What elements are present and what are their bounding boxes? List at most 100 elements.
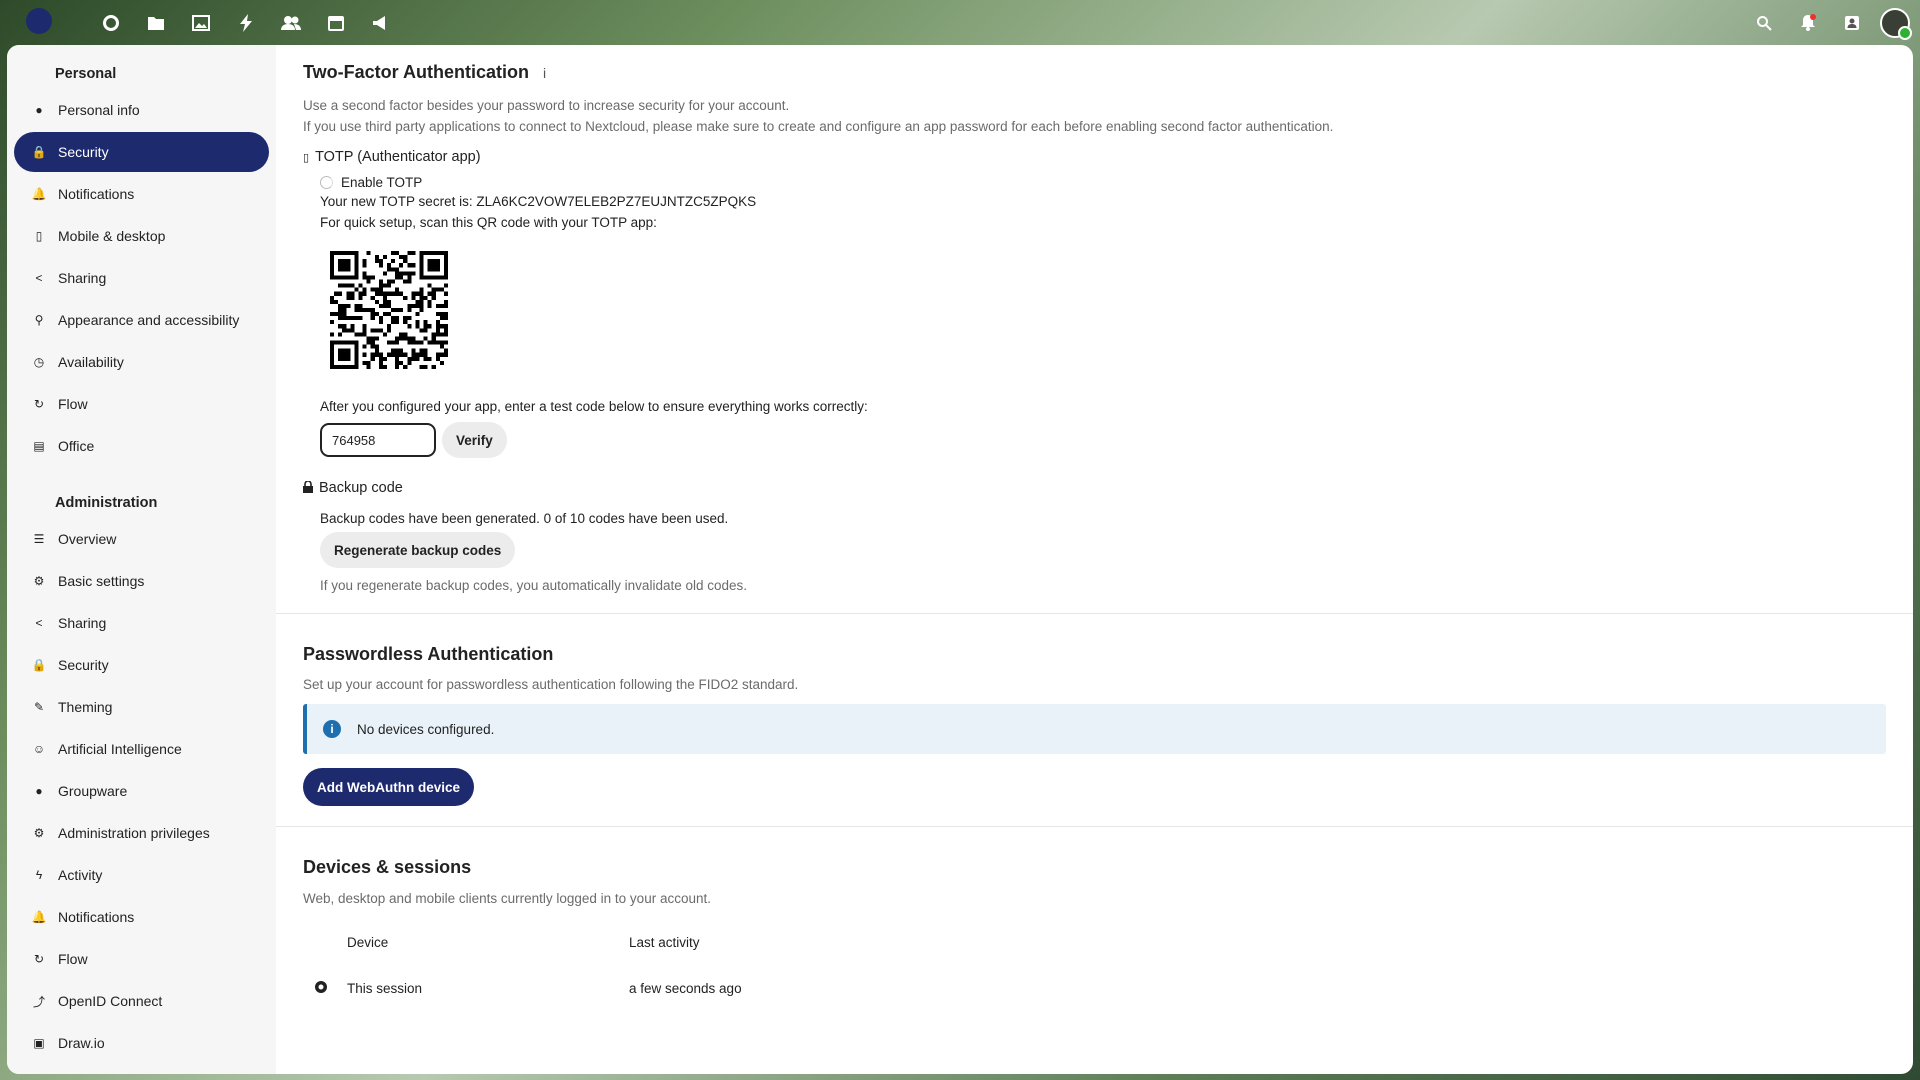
totp-secret: Your new TOTP secret is: ZLA6KC2VOW7ELEB… xyxy=(320,194,757,209)
sidebar-item-label: Administration privileges xyxy=(58,825,210,841)
loading-spinner-icon xyxy=(320,176,333,189)
two-factor-section: Two-Factor Authentication i Use a second… xyxy=(276,45,1913,614)
list-icon: ☰ xyxy=(33,532,45,546)
photos-icon[interactable] xyxy=(178,0,223,45)
no-devices-text: No devices configured. xyxy=(357,721,495,737)
nextcloud-logo[interactable] xyxy=(26,8,52,34)
sidebar-item-label: Security xyxy=(58,657,109,673)
document-icon: ▤ xyxy=(33,439,45,453)
sidebar-item-openid-connect[interactable]: ⤴ OpenID Connect xyxy=(14,981,269,1021)
lock-icon: 🔒 xyxy=(31,145,47,159)
online-status-badge xyxy=(1898,25,1912,40)
share-icon: < xyxy=(35,616,43,630)
devices-sessions-description: Web, desktop and mobile clients currentl… xyxy=(303,891,711,906)
sidebar-item-label: Draw.io xyxy=(58,1035,105,1051)
sidebar-item-label: Theming xyxy=(58,699,113,715)
sidebar-item-draw-io[interactable]: ▣ Draw.io xyxy=(14,1023,269,1063)
openid-icon: ⤴ xyxy=(32,994,45,1009)
lock-icon xyxy=(303,479,313,496)
sidebar-caption-administration: Administration xyxy=(55,495,158,511)
dashboard-icon[interactable] xyxy=(88,0,133,45)
sidebar-item-office[interactable]: ▤ Office xyxy=(14,426,269,466)
lock-icon: 🔒 xyxy=(31,658,47,672)
verify-button[interactable]: Verify xyxy=(442,422,507,458)
activity-icon[interactable] xyxy=(223,0,268,45)
devices-sessions-section: Devices & sessions Web, desktop and mobi… xyxy=(303,827,1886,997)
sidebar-item-notifications[interactable]: 🔔 Notifications xyxy=(14,174,269,214)
sidebar-item-flow[interactable]: ↻ Flow xyxy=(14,939,269,979)
sidebar-item-notifications[interactable]: 🔔 Notifications xyxy=(14,897,269,937)
sidebar-item-label: Sharing xyxy=(58,270,107,286)
top-bar xyxy=(0,0,1920,45)
passwordless-description: Set up your account for passwordless aut… xyxy=(303,677,799,692)
info-circle-icon: i xyxy=(323,720,341,738)
table-row: This session a few seconds ago xyxy=(303,980,1886,997)
sidebar-item-label: Mobile & desktop xyxy=(58,228,166,244)
sidebar-item-security[interactable]: 🔒 Security xyxy=(14,132,269,172)
sidebar-item-mobile-desktop[interactable]: ▯ Mobile & desktop xyxy=(14,216,269,256)
enable-totp-toggle[interactable]: Enable TOTP xyxy=(320,175,1886,190)
sidebar-item-flow[interactable]: ↻ Flow xyxy=(14,384,269,424)
devices-sessions-title: Devices & sessions xyxy=(303,857,472,877)
accessibility-icon: ⚲ xyxy=(34,313,44,327)
search-icon[interactable] xyxy=(1742,0,1786,45)
sidebar-item-personal-info[interactable]: ● Personal info xyxy=(14,90,269,130)
settings-content: Two-Factor Authentication i Use a second… xyxy=(276,45,1913,1074)
sidebar-item-theming[interactable]: ✎ Theming xyxy=(14,687,269,727)
sidebar-item-sharing[interactable]: < Sharing xyxy=(14,258,269,298)
notifications-icon[interactable] xyxy=(1786,0,1830,45)
sidebar-item-label: Sharing xyxy=(58,615,107,631)
gear-icon: ⚙ xyxy=(33,574,45,588)
sidebar-item-artificial-intelligence[interactable]: ☺ Artificial Intelligence xyxy=(14,729,269,769)
bell-icon: 🔔 xyxy=(31,187,47,201)
sidebar-item-overview[interactable]: ☰ Overview xyxy=(14,519,269,559)
enable-totp-label: Enable TOTP xyxy=(341,175,423,190)
sidebar-caption-personal: Personal xyxy=(55,66,117,82)
sessions-table-header: Device Last activity xyxy=(303,935,1886,950)
sidebar-item-appearance-and-accessibility[interactable]: ⚲ Appearance and accessibility xyxy=(14,300,269,340)
verify-instructions: After you configured your app, enter a t… xyxy=(320,399,868,414)
two-factor-title: Two-Factor Authentication xyxy=(303,62,529,82)
files-icon[interactable] xyxy=(133,0,178,45)
info-icon[interactable]: i xyxy=(543,65,546,81)
totp-code-input[interactable] xyxy=(320,423,436,457)
drawio-icon: ▣ xyxy=(33,1036,45,1050)
bell-icon: 🔔 xyxy=(31,910,47,924)
sidebar-item-basic-settings[interactable]: ⚙ Basic settings xyxy=(14,561,269,601)
clock-icon: ◷ xyxy=(33,355,45,369)
settings-sidebar: Personal ● Personal info 🔒 Security 🔔 Notific… xyxy=(7,45,276,1074)
app-menu xyxy=(88,0,403,45)
regenerate-backup-codes-button[interactable]: Regenerate backup codes xyxy=(320,532,516,568)
sidebar-item-label: Notifications xyxy=(58,909,135,925)
calendar-icon[interactable] xyxy=(313,0,358,45)
sidebar-item-activity[interactable]: ϟ Activity xyxy=(14,855,269,895)
sidebar-item-administration-privileges[interactable]: ⚙ Administration privileges xyxy=(14,813,269,853)
avatar[interactable] xyxy=(1880,7,1912,40)
sidebar-item-label: Security xyxy=(58,144,109,160)
sidebar-item-label: Personal info xyxy=(58,102,140,118)
sidebar-item-label: Office xyxy=(58,438,95,454)
gear-icon: ⚙ xyxy=(33,826,45,840)
sidebar-item-sharing[interactable]: < Sharing xyxy=(14,603,269,643)
totp-title: TOTP (Authenticator app) xyxy=(315,149,481,165)
sidebar-item-groupware[interactable]: ● Groupware xyxy=(14,771,269,811)
sidebar-item-label: Appearance and accessibility xyxy=(58,312,240,328)
browser-icon xyxy=(303,980,347,997)
add-webauthn-device-button[interactable]: Add WebAuthn device xyxy=(303,768,475,806)
contacts-menu-icon[interactable] xyxy=(1830,0,1874,45)
column-device: Device xyxy=(347,935,389,950)
totp-qr-code xyxy=(330,251,448,369)
activity-icon: ϟ xyxy=(35,868,43,882)
phone-icon: ▯ xyxy=(35,229,43,243)
two-factor-description: Use a second factor besides your passwor… xyxy=(303,98,790,113)
sidebar-item-availability[interactable]: ◷ Availability xyxy=(14,342,269,382)
user-icon: ● xyxy=(35,784,43,798)
backup-code-title: Backup code xyxy=(319,480,403,496)
sidebar-item-security[interactable]: 🔒 Security xyxy=(14,645,269,685)
contacts-icon[interactable] xyxy=(268,0,313,45)
phone-icon: ▯ xyxy=(303,151,310,164)
sidebar-item-label: Basic settings xyxy=(58,573,145,589)
brush-icon: ✎ xyxy=(33,700,45,714)
no-devices-note: i No devices configured. xyxy=(303,704,1886,754)
announcements-icon[interactable] xyxy=(358,0,403,45)
